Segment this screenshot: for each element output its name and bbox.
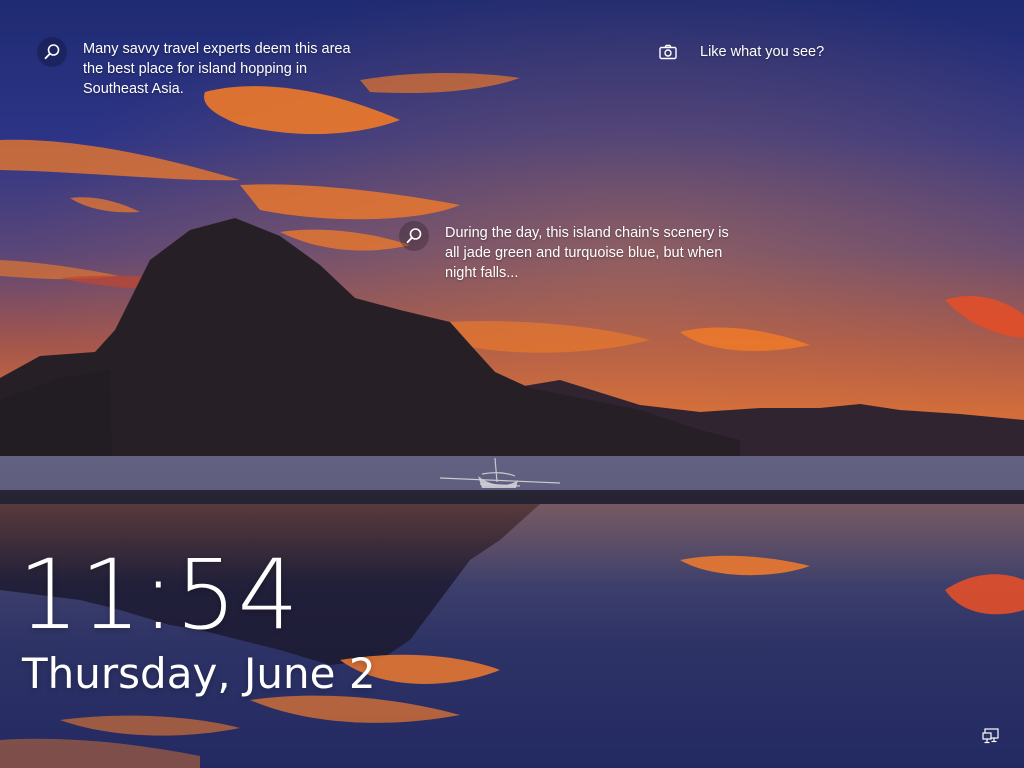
lock-screen-time: 11:54 [18,539,300,651]
search-icon[interactable] [37,37,67,67]
spotlight-hotspot-middle[interactable]: During the day, this island chain's scen… [399,221,735,283]
lock-screen[interactable]: Many savvy travel experts deem this area… [0,0,1024,768]
network-icon [982,728,999,744]
spotlight-fact-text[interactable]: During the day, this island chain's scen… [445,223,735,283]
lock-screen-date: Thursday, June 2 [22,649,376,698]
like-what-you-see-button[interactable]: Like what you see? [653,37,824,67]
network-status-button[interactable] [980,726,1002,746]
camera-icon[interactable] [653,37,683,67]
search-icon[interactable] [399,221,429,251]
spotlight-hotspot-top[interactable]: Many savvy travel experts deem this area… [37,37,373,99]
like-what-you-see-label[interactable]: Like what you see? [700,42,824,62]
spotlight-fact-text[interactable]: Many savvy travel experts deem this area… [83,39,373,99]
